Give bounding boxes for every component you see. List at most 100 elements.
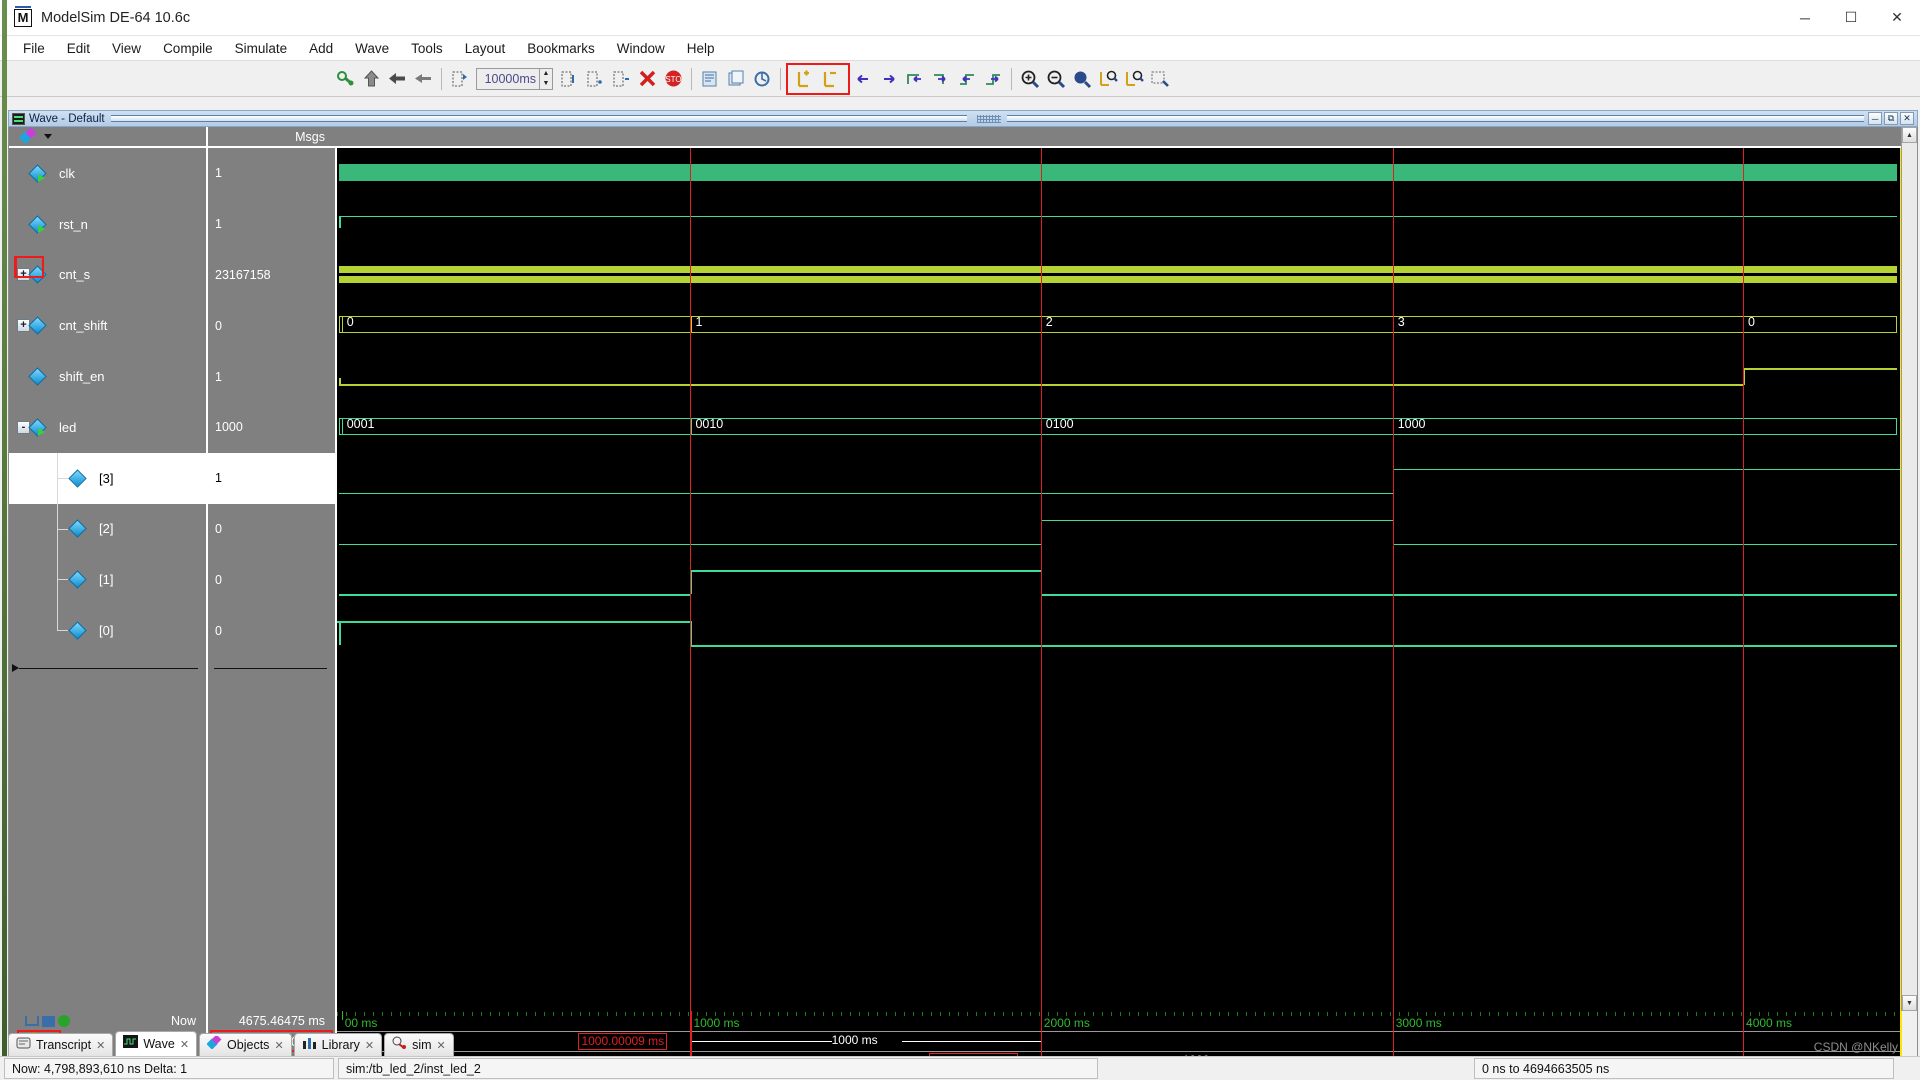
tab-close-icon[interactable]: ✕ xyxy=(96,1039,105,1052)
signal-row[interactable]: -led xyxy=(9,402,206,453)
spin-down-icon[interactable]: ▼ xyxy=(540,79,552,89)
tab-label: Wave xyxy=(143,1037,175,1051)
signal-row[interactable]: [3] xyxy=(9,453,206,504)
vertical-scroll-track[interactable] xyxy=(1902,143,1917,995)
tab-close-icon[interactable]: ✕ xyxy=(180,1038,189,1051)
run-continue-icon[interactable] xyxy=(384,66,410,92)
tab-objects[interactable]: Objects✕ xyxy=(199,1033,292,1056)
delete-cursor-icon[interactable] xyxy=(818,66,844,92)
tab-close-icon[interactable]: ✕ xyxy=(274,1039,283,1052)
signal-value-row: 0 xyxy=(208,300,335,351)
titlebar-grip[interactable] xyxy=(977,115,1001,123)
menu-edit[interactable]: Edit xyxy=(56,39,101,58)
signal-row[interactable]: +cnt_shift xyxy=(9,300,206,351)
measure-icon[interactable] xyxy=(25,1016,39,1026)
menu-bookmarks[interactable]: Bookmarks xyxy=(516,39,606,58)
timeline-minor-tick xyxy=(1633,1012,1634,1016)
tab-transcript[interactable]: Transcript✕ xyxy=(8,1033,113,1056)
signal-row[interactable]: [0] xyxy=(9,605,206,656)
scroll-up-button[interactable]: ▲ xyxy=(1902,127,1917,143)
tab-library[interactable]: Library✕ xyxy=(294,1033,382,1056)
zoom-range-icon[interactable] xyxy=(1121,66,1147,92)
compile-icon[interactable] xyxy=(697,66,723,92)
signal-row[interactable]: [1] xyxy=(9,554,206,605)
signal-row[interactable]: clk xyxy=(9,148,206,199)
tab-wave[interactable]: Wave ✕ xyxy=(115,1031,197,1056)
cursor-time-row[interactable]: 4675.46475 ms xyxy=(208,1011,335,1031)
find-next-rising-edge-icon[interactable] xyxy=(980,66,1006,92)
waveform-cursor-line[interactable] xyxy=(1743,148,1744,1011)
menu-simulate[interactable]: Simulate xyxy=(224,39,299,58)
find-next-falling-edge-icon[interactable] xyxy=(928,66,954,92)
toolbar: ▲ ▼ STO xyxy=(0,61,1920,97)
timeline-minor-tick xyxy=(499,1012,500,1016)
prev-transition-icon[interactable] xyxy=(850,66,876,92)
tab-close-icon[interactable]: ✕ xyxy=(437,1039,446,1052)
step-into-icon[interactable] xyxy=(556,66,582,92)
stop-icon[interactable] xyxy=(634,66,660,92)
menu-file[interactable]: File xyxy=(12,39,56,58)
step-over-icon[interactable] xyxy=(582,66,608,92)
waveform-canvas[interactable]: 012300001001001001000 xyxy=(335,148,1901,1011)
cursor-list-icon[interactable] xyxy=(42,1016,55,1027)
run-icon[interactable] xyxy=(358,66,384,92)
timeline-minor-tick xyxy=(454,1012,455,1016)
run-length-stepper[interactable]: ▲ ▼ xyxy=(476,68,553,90)
compile-all-icon[interactable] xyxy=(723,66,749,92)
insert-cursor-icon[interactable] xyxy=(792,66,818,92)
menu-layout[interactable]: Layout xyxy=(454,39,517,58)
waveform-bit-high-segment xyxy=(690,570,1040,572)
menu-view[interactable]: View xyxy=(101,39,152,58)
wave-restore-button[interactable]: ⧉ xyxy=(1884,112,1898,125)
scroll-down-button[interactable]: ▼ xyxy=(1902,995,1917,1011)
tab-close-icon[interactable]: ✕ xyxy=(365,1039,374,1052)
window-title: ModelSim DE-64 10.6c xyxy=(41,10,190,26)
menu-wave[interactable]: Wave xyxy=(344,39,400,58)
tree-line xyxy=(57,504,58,556)
tab-sim[interactable]: sim✕ xyxy=(384,1033,454,1056)
zoom-selection-icon[interactable] xyxy=(1147,66,1173,92)
find-previous-falling-edge-icon[interactable] xyxy=(902,66,928,92)
cursor-row[interactable]: Now xyxy=(9,1011,206,1031)
timeline-minor-tick xyxy=(1453,1012,1454,1016)
objects-palette-icon[interactable] xyxy=(21,129,38,144)
waveform-cursor-line[interactable] xyxy=(1393,148,1394,1011)
zoom-full-icon[interactable] xyxy=(1069,66,1095,92)
step-out-icon[interactable] xyxy=(608,66,634,92)
find-previous-rising-edge-icon[interactable] xyxy=(954,66,980,92)
menu-window[interactable]: Window xyxy=(606,39,676,58)
menu-tools[interactable]: Tools xyxy=(400,39,454,58)
close-button[interactable]: ✕ xyxy=(1874,0,1920,36)
next-transition-icon[interactable] xyxy=(876,66,902,92)
signal-row[interactable]: rst_n xyxy=(9,199,206,250)
waveform-cursor-line[interactable] xyxy=(1041,148,1042,1011)
zoom-out-icon[interactable] xyxy=(1043,66,1069,92)
menu-help[interactable]: Help xyxy=(676,39,726,58)
timeline-minor-tick xyxy=(508,1012,509,1016)
step-icon[interactable] xyxy=(447,66,473,92)
menu-compile[interactable]: Compile xyxy=(152,39,224,58)
zoom-in-icon[interactable] xyxy=(1017,66,1043,92)
signal-row[interactable]: shift_en xyxy=(9,351,206,402)
wave-minimize-button[interactable]: ─ xyxy=(1868,112,1882,125)
zoom-cursor-icon[interactable] xyxy=(1095,66,1121,92)
break-icon[interactable]: STO xyxy=(660,66,686,92)
waveform-vertical-scrollbar[interactable]: ▲ ▼ xyxy=(1901,127,1917,1011)
menu-add[interactable]: Add xyxy=(298,39,344,58)
waveform-cursor-line[interactable] xyxy=(690,148,691,1011)
restart-icon[interactable] xyxy=(332,66,358,92)
signal-row[interactable]: [2] xyxy=(9,504,206,555)
simulate-icon[interactable] xyxy=(749,66,775,92)
cursor-toolbar-icons[interactable] xyxy=(25,1015,70,1027)
waveform-active-cursor-line[interactable] xyxy=(1900,148,1901,1011)
spin-up-icon[interactable]: ▲ xyxy=(540,69,552,79)
chevron-down-icon[interactable] xyxy=(44,134,52,139)
run-all-icon[interactable] xyxy=(410,66,436,92)
minimize-button[interactable]: ─ xyxy=(1782,0,1828,36)
maximize-button[interactable]: ☐ xyxy=(1828,0,1874,36)
timeline-minor-tick xyxy=(562,1012,563,1016)
run-length-spin-arrows[interactable]: ▲ ▼ xyxy=(539,69,552,89)
wave-window-titlebar[interactable]: Wave - Default ─ ⧉ ✕ xyxy=(8,110,1918,127)
add-cursor-icon[interactable] xyxy=(58,1015,70,1027)
wave-close-button[interactable]: ✕ xyxy=(1900,112,1914,125)
